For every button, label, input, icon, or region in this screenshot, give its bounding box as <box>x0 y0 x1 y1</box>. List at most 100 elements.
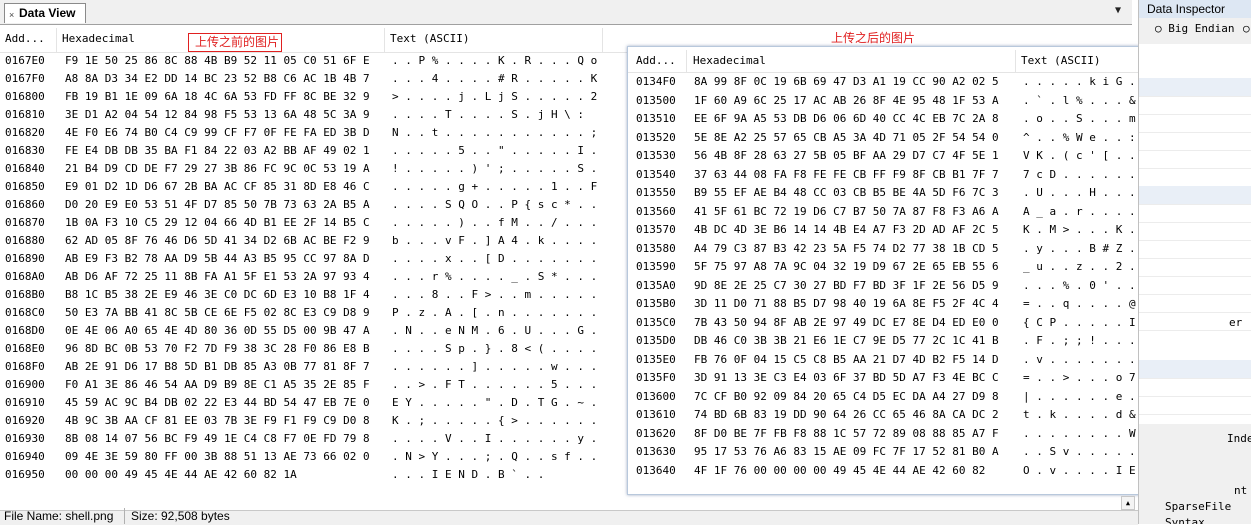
hex-cell[interactable]: 7B 43 50 94 8F AB 2E 97 49 DC E7 8E D4 E… <box>694 314 999 332</box>
address-cell[interactable]: 013610 <box>636 406 676 424</box>
address-cell[interactable]: 0168C0 <box>5 304 45 322</box>
address-cell[interactable]: 016930 <box>5 430 45 448</box>
ascii-cell[interactable]: N . . t . . . . . . . . . . . ; <box>392 124 597 142</box>
address-cell[interactable]: 0135A0 <box>636 277 676 295</box>
hex-cell[interactable]: F0 A1 3E 86 46 54 AA D9 B9 8E C1 A5 35 2… <box>65 376 370 394</box>
hex-cell[interactable]: 21 B4 D9 CD DE F7 29 27 3B 86 FC 9C 0C 5… <box>65 160 370 178</box>
hex-cell[interactable]: 56 4B 8F 28 63 27 5B 05 BF AA 29 D7 C7 4… <box>694 147 999 165</box>
address-cell[interactable]: 016860 <box>5 196 45 214</box>
inspector-row[interactable] <box>1139 132 1251 151</box>
ascii-cell[interactable]: . . . I E N D . B ` . . <box>392 466 544 484</box>
ascii-cell[interactable]: . . . . . 5 . . " . . . . . I . <box>392 142 597 160</box>
hex-cell[interactable]: 4F 1F 76 00 00 00 00 49 45 4E 44 AE 42 6… <box>694 462 985 480</box>
hex-cell[interactable]: 1F 60 A9 6C 25 17 AC AB 26 8F 4E 95 48 1… <box>694 92 999 110</box>
hex-cell[interactable]: D0 20 E9 E0 53 51 4F D7 85 50 7B 73 63 2… <box>65 196 370 214</box>
address-column-header[interactable]: Add... <box>636 54 676 67</box>
ascii-cell[interactable]: . . . . . ) . . f M . . / . . . <box>392 214 597 232</box>
hex-cell[interactable]: A4 79 C3 87 B3 42 23 5A F5 74 D2 77 38 1… <box>694 240 999 258</box>
hex-cell[interactable]: 5E 8E A2 25 57 65 CB A5 3A 4D 71 05 2F 5… <box>694 129 999 147</box>
text-column-header[interactable]: Text (ASCII) <box>1021 54 1100 67</box>
address-cell[interactable]: 016950 <box>5 466 45 484</box>
hex-column-header[interactable]: Hexadecimal <box>693 54 766 67</box>
inspector-row[interactable] <box>1139 114 1251 133</box>
column-divider[interactable] <box>1015 50 1016 72</box>
ascii-cell[interactable]: . . . 8 . . F > . . m . . . . . <box>392 286 597 304</box>
hex-cell[interactable]: 3D 91 13 3E C3 E4 03 6F 37 BD 5D A7 F3 4… <box>694 369 999 387</box>
hex-cell[interactable]: 9D 8E 2E 25 C7 30 27 BD F7 BD 3F 1F 2E 5… <box>694 277 999 295</box>
address-cell[interactable]: 0168D0 <box>5 322 45 340</box>
inspector-row[interactable] <box>1139 150 1251 169</box>
ascii-cell[interactable]: b . . . v F . ] A 4 . k . . . . <box>392 232 597 250</box>
hex-cell[interactable]: 0E 4E 06 A0 65 4E 4D 80 36 0D 55 D5 00 9… <box>65 322 370 340</box>
hex-cell[interactable]: 4E F0 E6 74 B0 C4 C9 99 CF F7 0F FE FA E… <box>65 124 370 142</box>
hex-cell[interactable]: DB 46 C0 3B 3B 21 E6 1E C7 9E D5 77 2C 1… <box>694 332 999 350</box>
hex-view-after-window[interactable]: Add... Hexadecimal Text (ASCII) 0134F0 8A… <box>627 46 1228 495</box>
address-cell[interactable]: 0135E0 <box>636 351 676 369</box>
big-endian-radio[interactable]: ○ Big Endian <box>1155 22 1234 35</box>
address-column-header[interactable]: Add... <box>5 32 45 45</box>
address-cell[interactable]: 0168B0 <box>5 286 45 304</box>
hex-cell[interactable]: E9 01 D2 1D D6 67 2B BA AC CF 85 31 8D E… <box>65 178 370 196</box>
hex-cell[interactable]: 4B DC 4D 3E B6 14 14 4B E4 A7 F3 2D AD A… <box>694 221 999 239</box>
address-cell[interactable]: 016800 <box>5 88 45 106</box>
ascii-cell[interactable]: K . ; . . . . . { > . . . . . . <box>392 412 597 430</box>
address-cell[interactable]: 013620 <box>636 425 676 443</box>
address-cell[interactable]: 013560 <box>636 203 676 221</box>
ascii-cell[interactable]: . . > . F T . . . . . . 5 . . . <box>392 376 597 394</box>
ascii-cell[interactable]: . . . . x . . [ D . . . . . . . <box>392 250 597 268</box>
address-cell[interactable]: 013570 <box>636 221 676 239</box>
inspector-row[interactable] <box>1139 360 1251 379</box>
inspector-row[interactable] <box>1139 258 1251 277</box>
ascii-cell[interactable]: . . P % . . . . K . R . . . Q o <box>392 52 597 70</box>
inspector-row[interactable] <box>1139 240 1251 259</box>
column-divider[interactable] <box>686 50 687 72</box>
tab-data-view[interactable]: × Data View <box>4 3 86 23</box>
column-divider[interactable] <box>384 28 385 52</box>
hex-cell[interactable]: 3E D1 A2 04 54 12 84 98 F5 53 13 6A 48 5… <box>65 106 370 124</box>
address-cell[interactable]: 0167F0 <box>5 70 45 88</box>
text-column-header[interactable]: Text (ASCII) <box>390 32 469 45</box>
hex-cell[interactable]: B8 1C B5 38 2E E9 46 3E C0 DC 6D E3 10 B… <box>65 286 370 304</box>
hex-cell[interactable]: A8 8A D3 34 E2 DD 14 BC 23 52 B8 C6 AC 1… <box>65 70 370 88</box>
inspector-row[interactable] <box>1139 222 1251 241</box>
address-cell[interactable]: 013640 <box>636 462 676 480</box>
ascii-cell[interactable]: E Y . . . . . " . D . T G . ~ . <box>392 394 597 412</box>
address-cell[interactable]: 0168F0 <box>5 358 45 376</box>
hex-cell[interactable]: 95 17 53 76 A6 83 15 AE 09 FC 7F 17 52 8… <box>694 443 999 461</box>
address-cell[interactable]: 013530 <box>636 147 676 165</box>
address-cell[interactable]: 016880 <box>5 232 45 250</box>
ascii-cell[interactable]: . . . . . g + . . . . . 1 . . F <box>392 178 597 196</box>
ascii-cell[interactable]: . . . . . . ] . . . . . w . . . <box>392 358 597 376</box>
address-cell[interactable]: 016920 <box>5 412 45 430</box>
address-cell[interactable]: 013580 <box>636 240 676 258</box>
hex-cell[interactable]: 5F 75 97 A8 7A 9C 04 32 19 D9 67 2E 65 E… <box>694 258 999 276</box>
hex-cell[interactable]: 3D 11 D0 71 88 B5 D7 98 40 19 6A 8E F5 2… <box>694 295 999 313</box>
address-cell[interactable]: 016840 <box>5 160 45 178</box>
address-cell[interactable]: 0135C0 <box>636 314 676 332</box>
hex-cell[interactable]: 09 4E 3E 59 80 FF 00 3B 88 51 13 AE 73 6… <box>65 448 370 466</box>
address-cell[interactable]: 016870 <box>5 214 45 232</box>
hex-cell[interactable]: 8B 08 14 07 56 BC F9 49 1E C4 C8 F7 0E F… <box>65 430 370 448</box>
hex-cell[interactable]: AB D6 AF 72 25 11 8B FA A1 5F E1 53 2A 9… <box>65 268 370 286</box>
ascii-cell[interactable]: . . . 4 . . . . # R . . . . . K <box>392 70 597 88</box>
hex-cell[interactable]: 00 00 00 49 45 4E 44 AE 42 60 82 1A <box>65 466 297 484</box>
hex-cell[interactable]: 62 AD 05 8F 76 46 D6 5D 41 34 D2 6B AC B… <box>65 232 370 250</box>
address-cell[interactable]: 016850 <box>5 178 45 196</box>
hex-cell[interactable]: AB 2E 91 D6 17 B8 5D B1 DB 85 A3 0B 77 8… <box>65 358 370 376</box>
address-cell[interactable]: 0135D0 <box>636 332 676 350</box>
address-cell[interactable]: 016810 <box>5 106 45 124</box>
column-divider[interactable] <box>56 28 57 52</box>
inspector-row[interactable] <box>1139 396 1251 415</box>
hex-cell[interactable]: FE E4 DB DB 35 BA F1 84 22 03 A2 BB AF 4… <box>65 142 370 160</box>
address-cell[interactable]: 016830 <box>5 142 45 160</box>
chevron-down-icon[interactable]: ▼ <box>1115 5 1121 16</box>
ascii-cell[interactable]: P . z . A . [ . n . . . . . . . <box>392 304 597 322</box>
hex-cell[interactable]: B9 55 EF AE B4 48 CC 03 CB B5 BE 4A 5D F… <box>694 184 999 202</box>
address-cell[interactable]: 0135F0 <box>636 369 676 387</box>
address-cell[interactable]: 013590 <box>636 258 676 276</box>
address-cell[interactable]: 016890 <box>5 250 45 268</box>
hex-cell[interactable]: 8A 99 8F 0C 19 6B 69 47 D3 A1 19 CC 90 A… <box>694 73 999 91</box>
address-cell[interactable]: 0167E0 <box>5 52 45 70</box>
hex-cell[interactable]: 1B 0A F3 10 C5 29 12 04 66 4D B1 EE 2F 1… <box>65 214 370 232</box>
inspector-row[interactable] <box>1139 186 1251 205</box>
